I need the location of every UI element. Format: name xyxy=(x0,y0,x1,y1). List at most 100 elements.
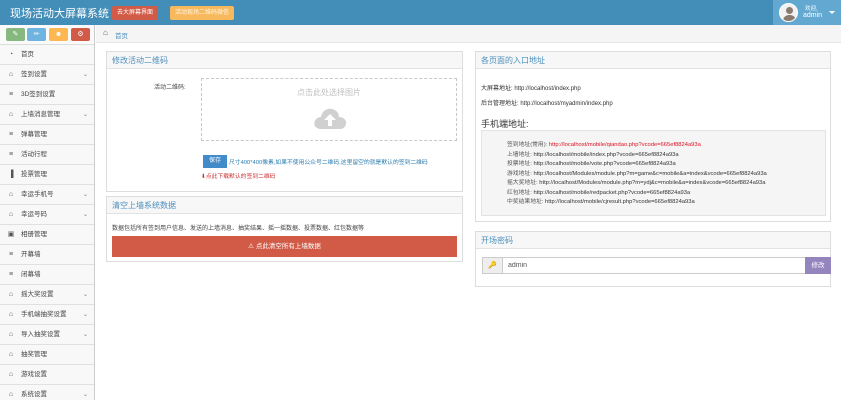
cogs-icon[interactable]: ⚙ xyxy=(71,28,90,41)
admin-url: 后台管理地址: http://localhost/myadmin/index.p… xyxy=(481,101,613,107)
sidebar-item[interactable]: ⌂ 签到设置 ⌄ xyxy=(0,65,94,85)
size-hint: 尺寸400*400像素,如果不使用公众号二维码,这里留空的就是默认的签到二维码 xyxy=(229,160,428,166)
sidebar-item[interactable]: ⌂ 游戏设置 xyxy=(0,365,94,385)
mobile-url-link[interactable]: http://localhost/mobile/cjresult.php?vco… xyxy=(545,199,695,205)
mobile-url-link[interactable]: http://localhost/mobile/qiandao.php?vcod… xyxy=(549,142,701,148)
sidebar-item-label: 3D签到设置 xyxy=(21,91,56,98)
avatar xyxy=(779,3,798,22)
list-icon: ≡ xyxy=(8,151,14,158)
scene-qrcode-button[interactable]: 活动现场二维码微信 xyxy=(170,6,235,20)
home-icon[interactable]: ⌂ xyxy=(103,28,108,37)
clear-description: 数据包括所有签到用户信息、发送的上墙消息、抽奖结果、摇一摇数据、投票数据、红包数… xyxy=(112,226,365,232)
sidebar-item[interactable]: ⌂ 幸运号码 ⌄ xyxy=(0,205,94,225)
gift-icon: ⌂ xyxy=(8,311,14,318)
gift-icon: ⌂ xyxy=(8,191,14,198)
password-panel: 开场密码 🔑 修改 xyxy=(475,231,831,287)
panel-title: 开场密码 xyxy=(476,232,830,249)
chevron-down-icon: ⌄ xyxy=(82,112,88,118)
breadcrumb: ⌂ 首页 xyxy=(96,25,841,43)
sidebar-item[interactable]: ⌂ 导入抽奖设置 ⌄ xyxy=(0,325,94,345)
chevron-down-icon: ⌄ xyxy=(82,72,88,78)
mobile-url-line: 签到地址(常用): http://localhost/mobile/qianda… xyxy=(507,139,701,148)
dashboard-icon: ◔ xyxy=(8,51,14,58)
sidebar-item[interactable]: ≡ 3D签到设置 xyxy=(0,85,94,105)
mobile-url-link[interactable]: http://localhost/Modules/module.php?m=ga… xyxy=(533,171,766,177)
download-default-qrcode-link[interactable]: ⬇点此下载默认的签到二维码 xyxy=(201,171,275,180)
caret-down-icon xyxy=(829,11,835,14)
gift-icon: ⌂ xyxy=(8,211,14,218)
sidebar-item-label: 签到设置 xyxy=(21,71,47,78)
clear-data-panel: 清空上墙系统数据 数据包括所有签到用户信息、发送的上墙消息、抽奖结果、摇一摇数据… xyxy=(106,196,463,262)
sidebar-item[interactable]: ⌂ 手机端抽奖设置 ⌄ xyxy=(0,305,94,325)
clear-button-label: 点此清空所有上墙数据 xyxy=(255,243,321,250)
sidebar-item[interactable]: ≡ 闭幕墙 xyxy=(0,265,94,285)
gift-icon: ⌂ xyxy=(8,331,14,338)
sidebar-item[interactable]: ▣ 相册管理 xyxy=(0,225,94,245)
sidebar-item-label: 活动行程 xyxy=(21,151,47,158)
mobile-url-label: 投票地址: xyxy=(507,161,532,167)
sidebar-item[interactable]: ▐ 投票管理 xyxy=(0,165,94,185)
mobile-url-line: 上墙地址: http://localhost/mobile/index.php?… xyxy=(507,149,679,158)
sidebar-item-label: 开幕墙 xyxy=(21,251,41,258)
sidebar-item[interactable]: ⌂ 摇大奖设置 ⌄ xyxy=(0,285,94,305)
sidebar-item[interactable]: ⌂ 抽奖管理 xyxy=(0,345,94,365)
mobile-url-label: 红包地址: xyxy=(507,189,532,196)
sidebar: ✎ ✏ ☻ ⚙ ◔ 首页 ⌂ 签到设置 ⌄ ≡ 3D签到设置 ⌂ 上墙消息管理 ⌄ ≡ 弹幕管理 ≡ 活动… xyxy=(0,25,95,400)
user-welcome: 欢迎, xyxy=(805,6,818,12)
sidebar-item-label: 幸运手机号 xyxy=(21,191,54,198)
mobile-url-link[interactable]: http://localhost/mobile/redpacket.php?vc… xyxy=(533,190,690,196)
sidebar-item[interactable]: ≡ 弹幕管理 xyxy=(0,125,94,145)
panel-title: 修改活动二维码 xyxy=(107,52,462,69)
sidebar-item[interactable]: ⌂ 幸运手机号 ⌄ xyxy=(0,185,94,205)
pencil-icon[interactable]: ✏ xyxy=(27,28,46,41)
chevron-down-icon: ⌄ xyxy=(82,292,88,298)
breadcrumb-home[interactable]: 首页 xyxy=(115,30,128,40)
panel-title: 各页面的入口地址 xyxy=(476,52,830,69)
save-button[interactable]: 保存 xyxy=(203,155,227,168)
urls-content: 大屏幕地址: http://localhost/index.php 后台管理地址… xyxy=(481,74,826,216)
go-screen-button[interactable]: 去大屏幕界面 xyxy=(112,6,159,20)
modify-password-button[interactable]: 修改 xyxy=(805,257,831,274)
password-group: 🔑 修改 xyxy=(482,257,831,274)
qrcode-panel: 修改活动二维码 活动二维码: 点击此处选择图片 保存 尺寸400*400像素,如… xyxy=(106,51,463,192)
sidebar-item-label: 导入抽奖设置 xyxy=(21,331,60,338)
panel-title: 清空上墙系统数据 xyxy=(107,197,462,214)
list-icon: ≡ xyxy=(8,91,14,98)
gift-icon: ⌂ xyxy=(8,371,14,378)
chevron-down-icon: ⌄ xyxy=(82,212,88,218)
sidebar-item-label: 幸运号码 xyxy=(21,211,47,218)
picture-icon: ▣ xyxy=(7,231,15,238)
list-icon: ≡ xyxy=(8,131,14,138)
image-upload-area[interactable]: 点击此处选择图片 xyxy=(201,78,457,141)
mobile-url-label: 签到地址(常用): xyxy=(507,142,548,148)
mobile-url-link[interactable]: http://localhost/Modules/module.php?m=yd… xyxy=(539,180,765,186)
mobile-url-line: 游戏地址: http://localhost/Modules/module.ph… xyxy=(507,168,767,177)
mobile-url-label: 上墙地址: xyxy=(507,151,532,158)
sidebar-item-label: 投票管理 xyxy=(21,171,47,178)
users-icon[interactable]: ☻ xyxy=(49,28,68,41)
upload-text: 点击此处选择图片 xyxy=(297,88,361,97)
mobile-url-line: 摇大奖地址: http://localhost/Modules/module.p… xyxy=(507,177,765,186)
sidebar-item-label: 弹幕管理 xyxy=(21,131,47,138)
download-link-text: 点此下载默认的签到二维码 xyxy=(205,174,276,180)
screen-url: 大屏幕地址: http://localhost/index.php xyxy=(481,86,581,92)
gift-icon: ⌂ xyxy=(8,111,14,118)
mobile-url-link[interactable]: http://localhost/mobile/vote.php?vcode=6… xyxy=(533,161,675,167)
app-title: 现场活动大屏幕系统 xyxy=(10,8,109,20)
comment-icon[interactable]: ✎ xyxy=(6,28,25,41)
clear-all-data-button[interactable]: ⚠ 点此清空所有上墙数据 xyxy=(112,236,457,257)
password-input[interactable] xyxy=(502,257,806,274)
sidebar-item[interactable]: ⌂ 系统设置 ⌄ xyxy=(0,385,94,400)
sidebar-item[interactable]: ≡ 开幕墙 xyxy=(0,245,94,265)
user-menu[interactable]: 欢迎, admin xyxy=(773,0,841,25)
sidebar-item[interactable]: ≡ 活动行程 xyxy=(0,145,94,165)
qrcode-label: 活动二维码: xyxy=(154,85,186,91)
mobile-url-line: 投票地址: http://localhost/mobile/vote.php?v… xyxy=(507,158,676,167)
sidebar-item-label: 闭幕墙 xyxy=(21,271,41,278)
mobile-url-link[interactable]: http://localhost/mobile/index.php?vcode=… xyxy=(533,152,678,158)
sidebar-item-label: 摇大奖设置 xyxy=(21,291,54,298)
warning-icon: ⚠ xyxy=(248,243,254,250)
chevron-down-icon: ⌄ xyxy=(82,392,88,398)
sidebar-item[interactable]: ⌂ 上墙消息管理 ⌄ xyxy=(0,105,94,125)
sidebar-item[interactable]: ◔ 首页 xyxy=(0,45,94,65)
